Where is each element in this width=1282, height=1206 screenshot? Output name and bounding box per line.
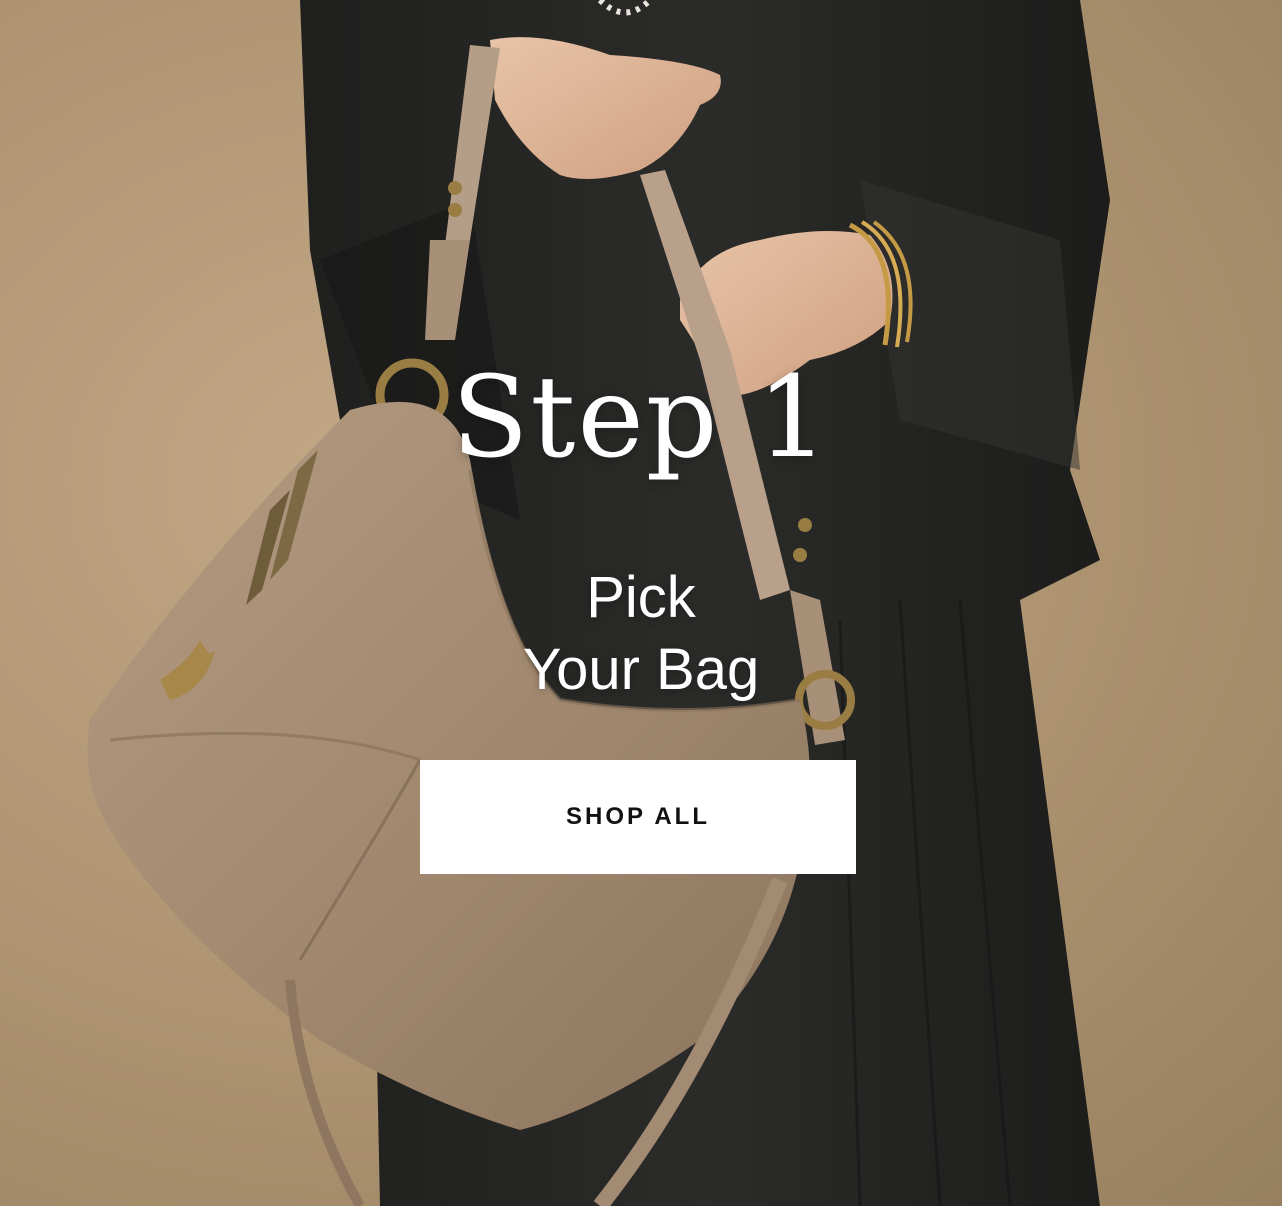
step-subtitle: Pick Your Bag (0, 562, 1282, 706)
step-title: Step 1 (451, 353, 831, 483)
subtitle-line-1: Pick (586, 565, 696, 630)
hero-banner: Step 1 Pick Your Bag SHOP ALL (0, 0, 1282, 1206)
hero-overlay: Step 1 Pick Your Bag SHOP ALL (0, 0, 1282, 1206)
subtitle-line-2: Your Bag (522, 637, 760, 702)
shop-all-button[interactable]: SHOP ALL (420, 760, 856, 874)
